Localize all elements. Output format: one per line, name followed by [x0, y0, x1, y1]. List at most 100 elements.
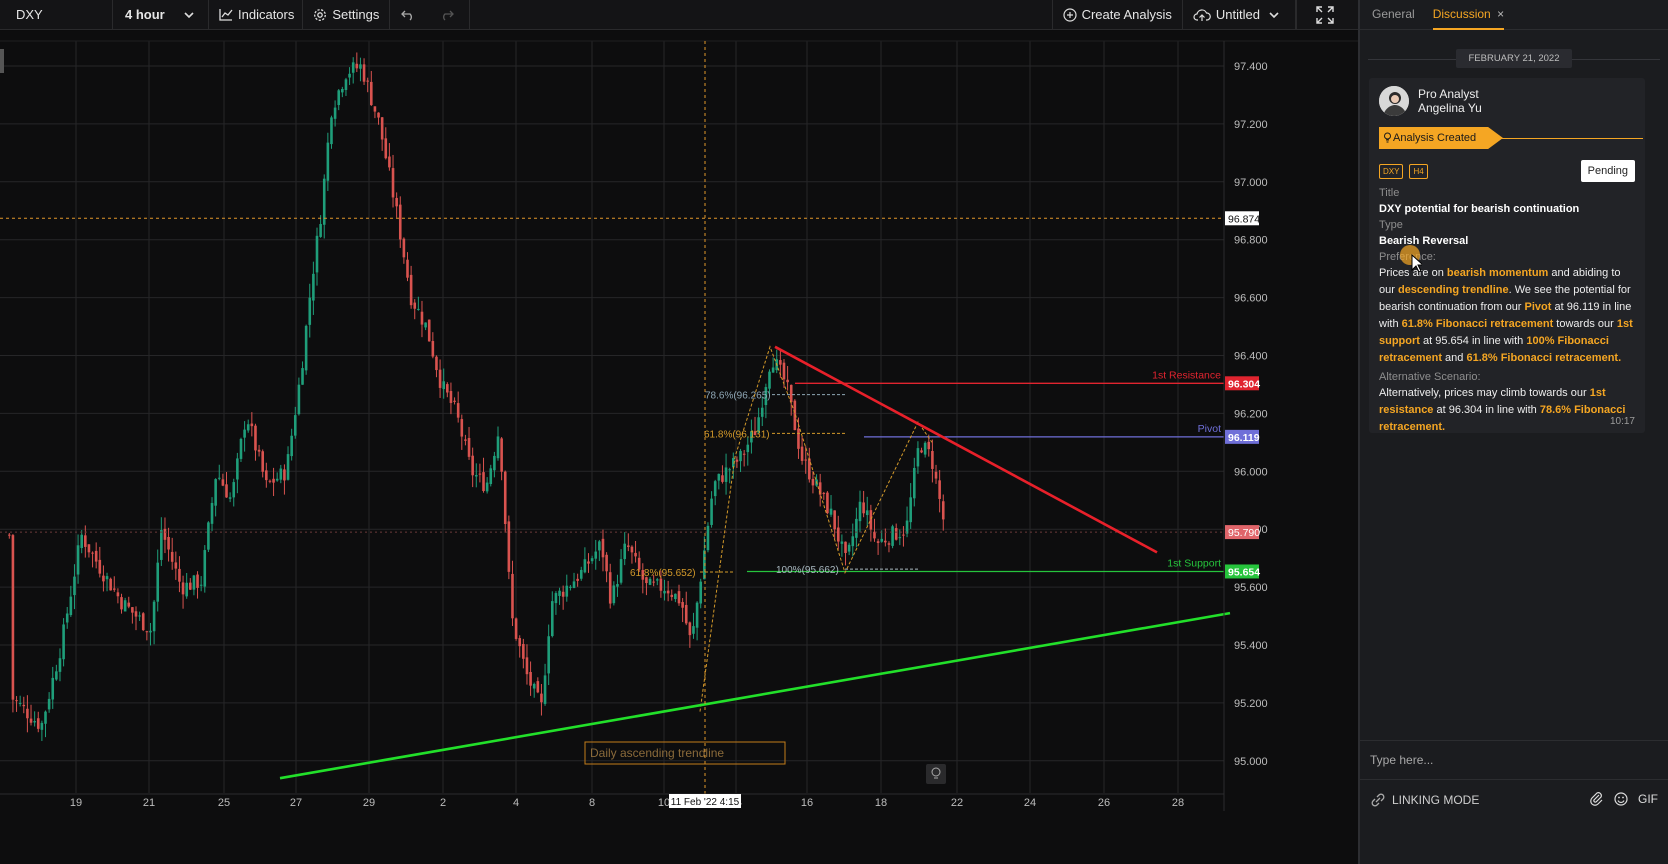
- candle-body: [536, 681, 540, 693]
- candle-body: [170, 551, 174, 562]
- indicators-button[interactable]: Indicators: [209, 0, 304, 30]
- candle-body: [692, 626, 695, 634]
- settings-button[interactable]: Settings: [303, 0, 391, 30]
- candle-body: [742, 453, 746, 455]
- last-price-label: 95.790: [1228, 527, 1260, 539]
- candle-body: [185, 582, 188, 597]
- level-price-label: 95.654: [1228, 566, 1260, 578]
- candle-body: [116, 592, 120, 597]
- time-axis-label: 29: [363, 797, 375, 809]
- candle-body: [612, 585, 616, 604]
- symbol-field[interactable]: DXY: [0, 0, 113, 30]
- banner-label: Analysis Created: [1393, 132, 1477, 144]
- candle-body: [442, 381, 445, 390]
- level-name: Pivot: [1198, 423, 1221, 435]
- candle-body: [471, 455, 474, 476]
- candle-body: [174, 562, 178, 569]
- candle-body: [308, 297, 312, 325]
- message-input[interactable]: Type here...: [1360, 740, 1668, 780]
- candle-body: [417, 308, 420, 310]
- crosshair-price-label: 96.874: [1228, 213, 1260, 225]
- fullscreen-button[interactable]: [1296, 0, 1358, 30]
- candle-body: [518, 638, 522, 647]
- candle-body: [634, 552, 637, 557]
- author-name: Angelina Yu: [1418, 101, 1482, 115]
- candle-body: [652, 581, 655, 583]
- composer-tools: GIF: [1590, 792, 1658, 806]
- layout-name: Untitled: [1215, 7, 1260, 22]
- candle-body: [836, 527, 840, 542]
- candle-body: [858, 501, 862, 522]
- pref-h7: 61.8% Fibonacci retracement.: [1466, 352, 1622, 364]
- candle-body: [58, 658, 62, 672]
- candle-body: [623, 543, 626, 560]
- create-analysis-button[interactable]: Create Analysis: [1051, 0, 1183, 30]
- candle-body: [540, 693, 543, 703]
- candle-body: [844, 541, 847, 554]
- candle-body: [362, 64, 366, 82]
- tab-discussion[interactable]: Discussion ×: [1432, 0, 1505, 30]
- candle-body: [181, 582, 185, 595]
- candle-body: [941, 501, 945, 520]
- level-name: 1st Support: [1167, 557, 1221, 569]
- candle-body: [561, 591, 565, 597]
- candle-body: [485, 482, 489, 492]
- candle-body: [684, 604, 688, 624]
- candle-body: [330, 117, 333, 145]
- candle-body: [880, 538, 884, 542]
- undo-button[interactable]: [390, 0, 430, 30]
- pref-t7: and: [1441, 352, 1467, 364]
- tab-general[interactable]: General: [1372, 0, 1415, 30]
- emoji-icon[interactable]: [1614, 792, 1628, 806]
- time-axis-label: 22: [951, 797, 963, 809]
- title-value: DXY potential for bearish continuation: [1379, 203, 1580, 215]
- attachment-icon[interactable]: [1590, 792, 1604, 806]
- candle-body: [87, 544, 91, 553]
- candle-body: [670, 594, 674, 597]
- status-badge[interactable]: Pending: [1580, 160, 1635, 182]
- gif-button[interactable]: GIF: [1638, 792, 1658, 806]
- redo-button[interactable]: [430, 0, 471, 30]
- candle-body: [348, 73, 351, 78]
- interval-label: 4 hour: [125, 7, 165, 22]
- chart-area[interactable]: 1st Resistance Pivot 1st Support 78.6%(96.…: [0, 31, 1358, 864]
- candle-body: [699, 581, 703, 604]
- chart-background: [0, 31, 1358, 864]
- candle-body: [862, 502, 865, 514]
- time-axis-label: 8: [589, 797, 595, 809]
- banner-line: [1497, 138, 1643, 139]
- candle-body: [189, 582, 192, 590]
- candle-body: [44, 711, 47, 724]
- price-chart[interactable]: 1st Resistance Pivot 1st Support 78.6%(96.…: [0, 31, 1358, 864]
- interval-select[interactable]: 4 hour: [113, 0, 209, 30]
- candle-body: [420, 311, 424, 325]
- candle-body: [221, 479, 225, 486]
- candle-body: [290, 435, 293, 457]
- avatar[interactable]: [1379, 86, 1409, 116]
- candle-body: [938, 480, 941, 499]
- candle-body: [587, 561, 590, 564]
- candle-body: [102, 575, 105, 582]
- candle-body: [243, 429, 246, 438]
- candle-body: [826, 492, 829, 514]
- level-price-label: 96.119: [1228, 432, 1260, 444]
- candle-body: [601, 538, 605, 558]
- candle-body: [449, 391, 453, 403]
- close-icon[interactable]: ×: [1497, 7, 1504, 21]
- author-role: Pro Analyst: [1418, 87, 1479, 101]
- candle-body: [876, 541, 880, 543]
- candle-body: [275, 478, 279, 481]
- candle-body: [326, 142, 330, 181]
- candle-body: [565, 585, 569, 597]
- candle-body: [192, 575, 196, 590]
- layout-select[interactable]: Untitled: [1183, 0, 1296, 30]
- candle-body: [427, 319, 431, 342]
- candle-body: [283, 469, 286, 481]
- linking-mode-toggle[interactable]: LINKING MODE: [1370, 792, 1479, 808]
- candle-body: [619, 559, 623, 583]
- candle-body: [724, 467, 728, 482]
- candle-body: [8, 534, 11, 536]
- plus-circle-icon: [1062, 7, 1077, 22]
- time-axis-label: 10: [658, 797, 670, 809]
- alternative-text: Alternatively, prices may climb towards …: [1379, 385, 1635, 436]
